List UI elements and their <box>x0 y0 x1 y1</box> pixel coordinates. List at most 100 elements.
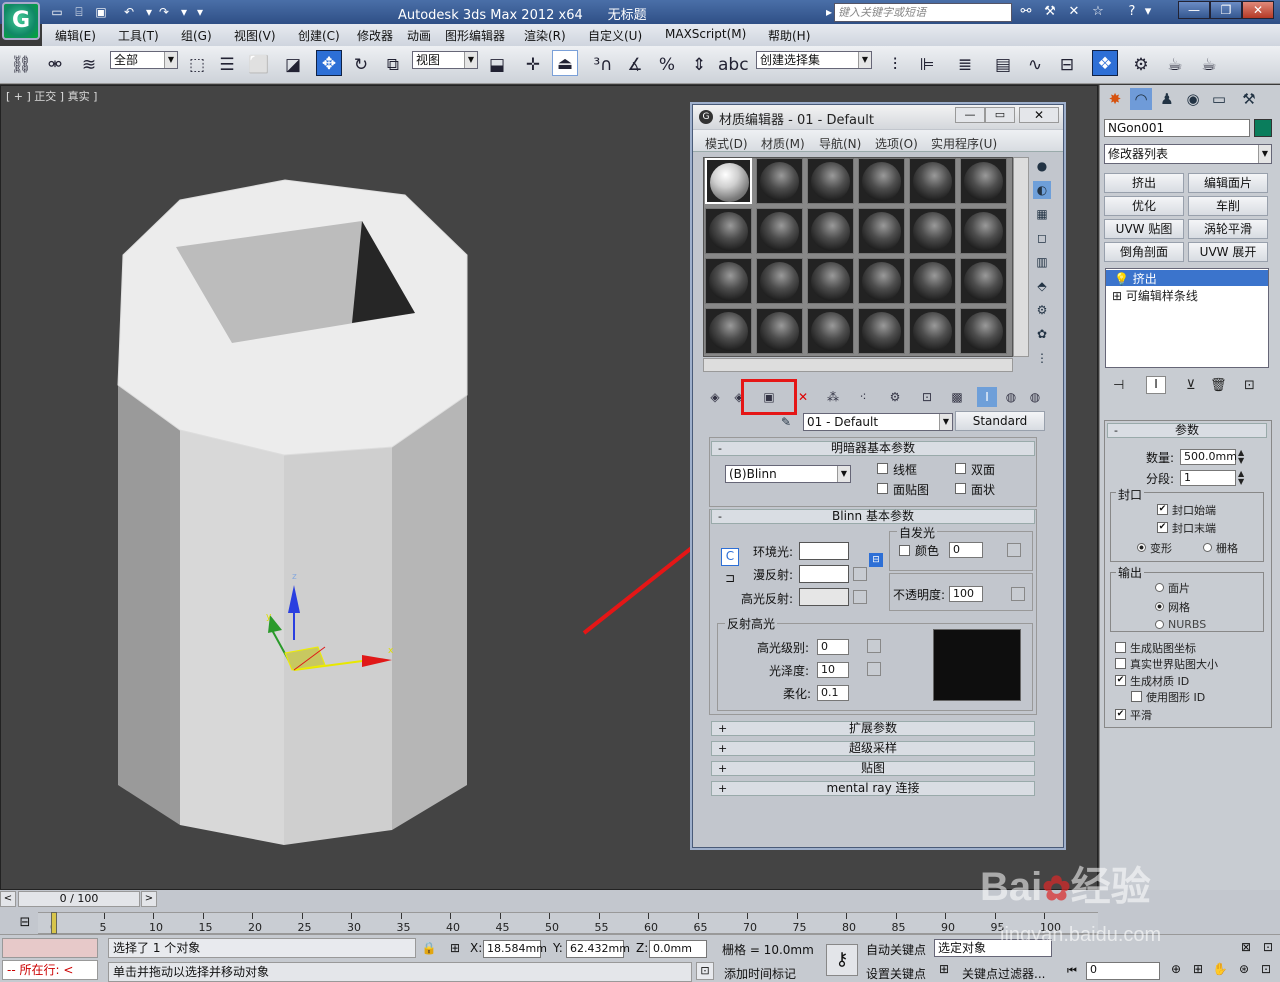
me-menu-mode[interactable]: 模式(D) <box>705 135 748 152</box>
menu-modifiers[interactable]: 修改器 <box>357 27 393 44</box>
diffuse-map-button[interactable] <box>853 567 867 581</box>
selection-filter-select[interactable]: 全部 ▼ <box>110 51 178 69</box>
me-menu-options[interactable]: 选项(O) <box>875 135 918 152</box>
trackbar-filter-icon[interactable]: ⊟ <box>14 912 36 934</box>
go-forward-to-sibling-icon[interactable]: ◍ <box>1025 387 1045 407</box>
face-map-checkbox[interactable] <box>877 483 888 494</box>
communication-icon[interactable]: ✕ <box>1064 3 1084 21</box>
hierarchy-tab-icon[interactable]: ♟ <box>1156 88 1178 110</box>
stack-item-editable-spline[interactable]: ⊞ 可编辑样条线 <box>1112 287 1198 304</box>
window-crossing-icon[interactable]: ◪ <box>280 52 306 78</box>
set-key-button[interactable]: 设置关键点 <box>866 965 926 982</box>
time-slider[interactable]: 0 / 100 <box>18 891 140 907</box>
extended-params-rollout[interactable]: + 扩展参数 <box>711 721 1035 736</box>
material-sample-slot[interactable] <box>909 208 956 254</box>
two-sided-checkbox[interactable] <box>955 463 966 474</box>
self-illum-color-checkbox[interactable] <box>899 545 910 556</box>
soften-input[interactable]: 0.1 <box>817 685 849 701</box>
cap-start-checkbox[interactable]: ✔ <box>1157 504 1168 515</box>
amount-input[interactable]: 500.0mm <box>1180 449 1237 465</box>
morph-radio[interactable] <box>1137 543 1146 552</box>
key-filters-button[interactable]: 关键点过滤器... <box>962 965 1045 982</box>
favorites-star-icon[interactable]: ☆ <box>1088 3 1108 21</box>
percent-snap-icon[interactable]: % <box>654 52 680 78</box>
named-selection-set-select[interactable]: 创建选择集 ▼ <box>756 51 872 69</box>
opacity-map-button[interactable] <box>1011 587 1025 601</box>
background-checker-icon[interactable]: ▦ <box>1033 205 1051 223</box>
maxscript-listener-mini[interactable] <box>2 938 98 958</box>
open-file-icon[interactable]: ⌸ <box>70 4 88 20</box>
select-and-rotate-icon[interactable]: ↻ <box>348 52 374 78</box>
selection-lock-icon[interactable]: 🔒 <box>420 938 438 958</box>
rect-selection-region-icon[interactable]: ⬜ <box>246 52 272 78</box>
schematic-view-icon[interactable]: ⊟ <box>1054 52 1080 78</box>
menu-animation[interactable]: 动画 <box>407 27 431 44</box>
me-menu-navigation[interactable]: 导航(N) <box>819 135 861 152</box>
go-to-parent-icon[interactable]: ◍ <box>1001 387 1021 407</box>
pan-view-icon[interactable]: ✋ <box>1212 962 1228 980</box>
edit-named-selection-icon[interactable]: abc <box>718 52 749 78</box>
unlink-icon[interactable]: ⚮ <box>42 52 68 78</box>
grid-radio[interactable] <box>1203 543 1212 552</box>
create-tab-icon[interactable]: ✸ <box>1104 88 1126 110</box>
get-material-icon[interactable]: ◈ <box>705 387 725 407</box>
menu-edit[interactable]: 编辑(E) <box>55 27 96 44</box>
remove-modifier-icon[interactable]: 🗑 <box>1210 378 1227 393</box>
material-sample-slot[interactable] <box>858 208 905 254</box>
material-sample-slot[interactable] <box>705 258 752 304</box>
material-sample-slot[interactable] <box>807 258 854 304</box>
gen-mat-id-checkbox[interactable]: ✔ <box>1115 675 1126 686</box>
faceted-checkbox[interactable] <box>955 483 966 494</box>
material-sample-slot[interactable] <box>909 158 956 204</box>
parameters-rollout-header[interactable]: - 参数 <box>1107 423 1267 438</box>
lock-diffuse-specular-icon[interactable]: ⊐ <box>721 571 739 589</box>
angle-snap-icon[interactable]: ∡ <box>622 52 648 78</box>
object-name-input[interactable]: NGon001 <box>1104 119 1250 137</box>
time-slider-next-icon[interactable]: > <box>141 891 157 907</box>
show-end-result-icon[interactable]: Ⅰ <box>1146 376 1166 394</box>
display-tab-icon[interactable]: ▭ <box>1208 88 1230 110</box>
material-id-channel-icon[interactable]: ⊡ <box>917 387 937 407</box>
self-illum-input[interactable]: 0 <box>949 542 983 558</box>
opacity-input[interactable]: 100 <box>949 586 983 602</box>
orbit-icon[interactable]: ⊛ <box>1236 962 1252 980</box>
material-type-button[interactable]: Standard <box>955 411 1045 431</box>
material-sample-slot[interactable] <box>807 208 854 254</box>
object-color-swatch[interactable] <box>1254 119 1272 137</box>
motion-tab-icon[interactable]: ◉ <box>1182 88 1204 110</box>
material-sample-slot[interactable] <box>960 258 1007 304</box>
output-mesh-radio[interactable] <box>1155 602 1164 611</box>
put-to-library-icon[interactable]: ⚙ <box>885 387 905 407</box>
make-material-copy-icon[interactable]: ⁂ <box>823 387 843 407</box>
select-manipulate-icon[interactable]: ✛ <box>520 52 546 78</box>
select-and-move-icon[interactable]: ✥ <box>316 50 342 76</box>
edit-patch-button[interactable]: 编辑面片 <box>1188 173 1268 193</box>
glossiness-map-button[interactable] <box>867 662 881 676</box>
render-production-icon[interactable]: ☕ <box>1196 52 1222 78</box>
spec-level-map-button[interactable] <box>867 639 881 653</box>
unwrap-uvw-button[interactable]: UVW 展开 <box>1188 242 1268 262</box>
snap-3d-icon[interactable]: ³∩ <box>590 52 616 78</box>
output-patch-radio[interactable] <box>1155 583 1164 592</box>
render-setup-icon[interactable]: ⚙ <box>1128 52 1154 78</box>
menu-group[interactable]: 组(G) <box>181 27 212 44</box>
select-by-material-icon[interactable]: ✿ <box>1033 325 1051 343</box>
modifier-list-select[interactable]: 修改器列表 ▼ <box>1104 144 1272 164</box>
menu-help[interactable]: 帮助(H) <box>768 27 810 44</box>
lathe-button[interactable]: 车削 <box>1188 196 1268 216</box>
glossiness-input[interactable]: 10 <box>817 662 849 678</box>
make-unique-material-icon[interactable]: ⁖ <box>853 387 873 407</box>
wire-checkbox[interactable] <box>877 463 888 474</box>
segments-input[interactable]: 1 <box>1180 470 1236 486</box>
gen-mapping-checkbox[interactable] <box>1115 642 1126 653</box>
material-sample-slot[interactable] <box>756 158 803 204</box>
material-sample-slot[interactable] <box>909 258 956 304</box>
minimize-button[interactable]: — <box>1178 1 1210 19</box>
options-icon[interactable]: ⚙ <box>1033 301 1051 319</box>
use-shape-id-checkbox[interactable] <box>1131 691 1142 702</box>
mirror-icon[interactable]: ⫶ <box>882 52 908 78</box>
sample-uv-tiling-icon[interactable]: ◻ <box>1033 229 1051 247</box>
lock-ambient-diffuse-icon[interactable]: C <box>721 548 739 566</box>
running-label[interactable]: -- 所在行: < <box>2 960 98 980</box>
make-unique-icon[interactable]: ⊻ <box>1186 378 1196 393</box>
